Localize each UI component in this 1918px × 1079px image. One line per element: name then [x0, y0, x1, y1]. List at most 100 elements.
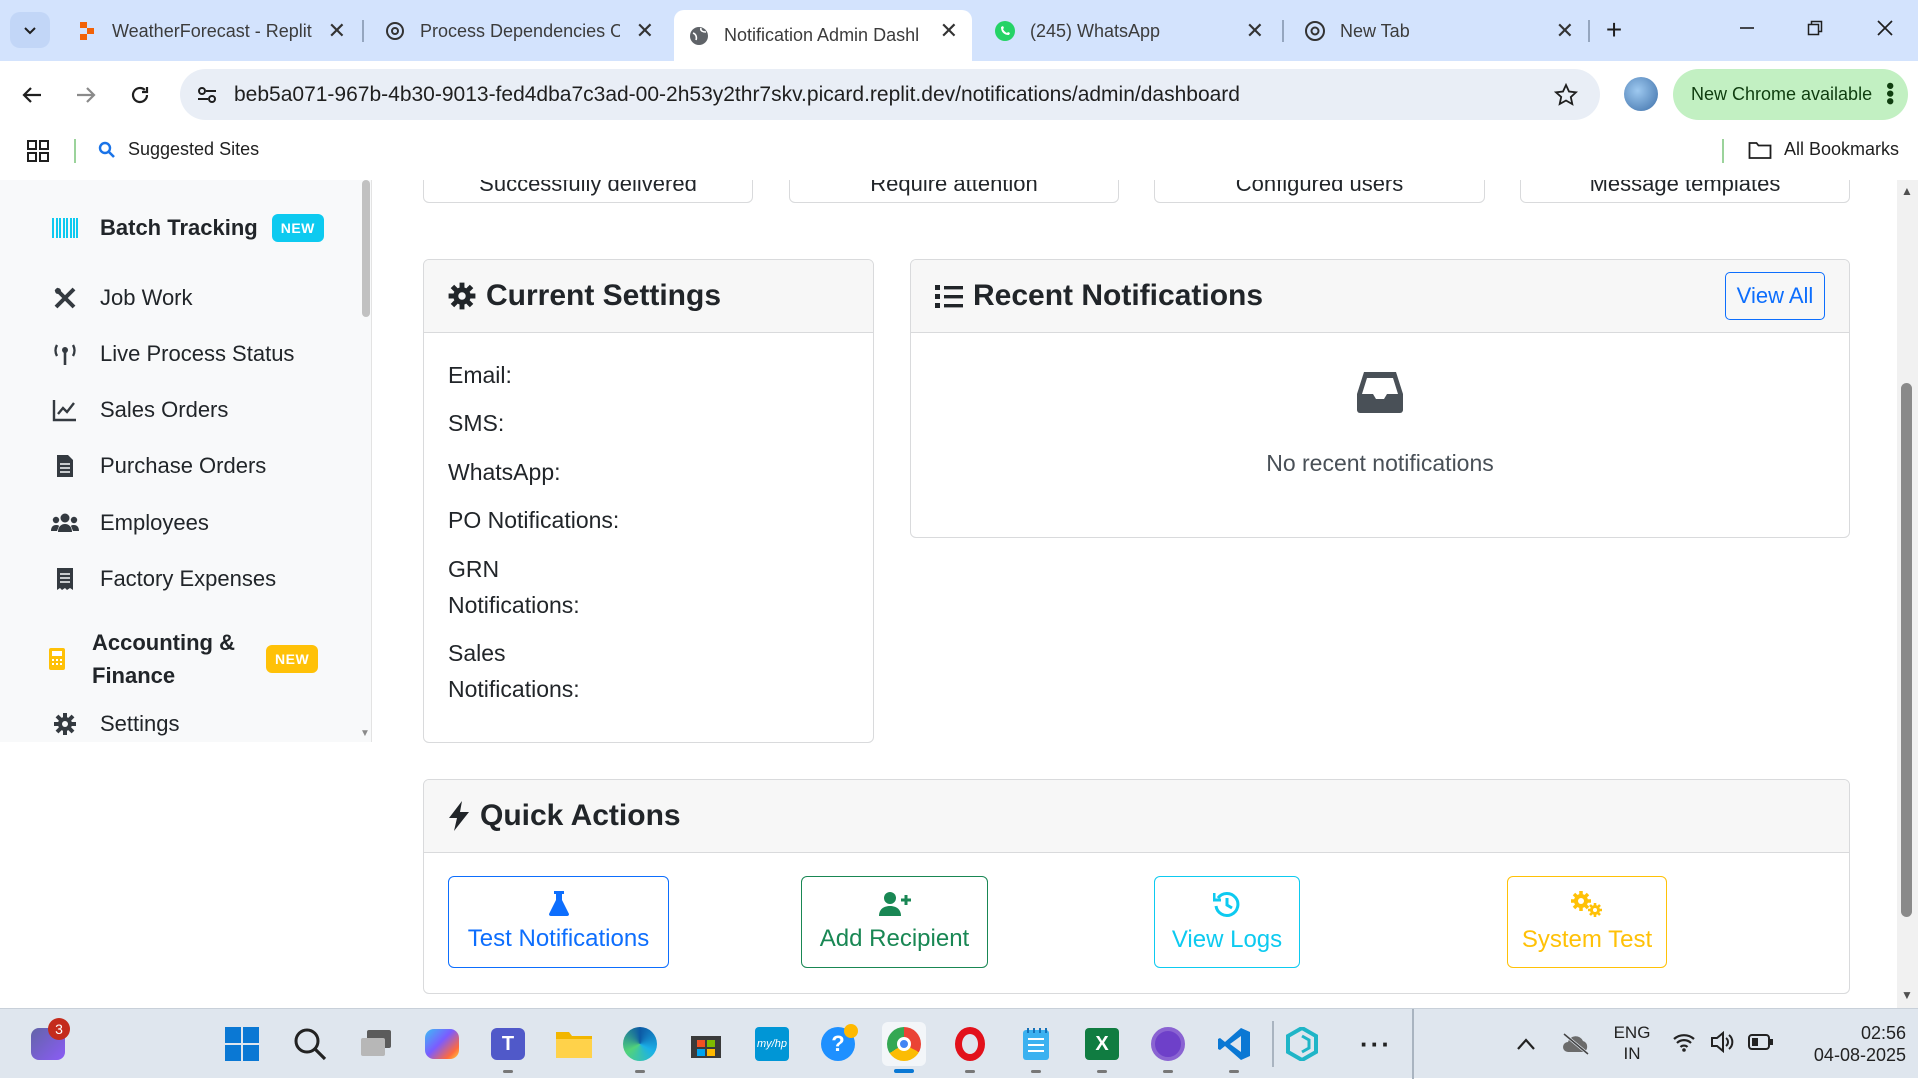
sidebar-item-live-process-status[interactable]: Live Process Status: [48, 340, 294, 368]
profile-avatar[interactable]: [1624, 77, 1658, 111]
recent-notifications-card: Recent Notifications View All No recent …: [910, 259, 1850, 538]
button-label: Add Recipient: [819, 925, 970, 952]
add-recipient-button[interactable]: Add Recipient: [801, 876, 988, 968]
page-scrollbar[interactable]: ▲ ▼: [1897, 180, 1918, 1008]
minimize-button[interactable]: [1722, 6, 1772, 50]
star-icon[interactable]: [1554, 83, 1578, 107]
arrow-right-icon: [77, 87, 96, 103]
address-bar[interactable]: beb5a071-967b-4b30-9013-fed4dba7c3ad-00-…: [180, 69, 1600, 120]
system-test-button[interactable]: System Test: [1507, 876, 1667, 968]
arrow-left-icon: [22, 87, 41, 103]
sidebar-item-job-work[interactable]: Job Work: [48, 284, 193, 312]
cursor-app-button[interactable]: [1280, 1022, 1324, 1066]
sidebar-item-batch-tracking[interactable]: Batch Tracking NEW: [48, 214, 324, 242]
sidebar-scrollbar[interactable]: [362, 180, 370, 317]
window-close-button[interactable]: [1860, 6, 1910, 50]
close-icon[interactable]: ✕: [328, 18, 346, 44]
myhp-button[interactable]: my/hp: [750, 1022, 794, 1066]
tab-process-dependencies[interactable]: Process Dependencies O ✕: [370, 10, 668, 52]
language-indicator[interactable]: ENG IN: [1612, 1022, 1652, 1064]
clock[interactable]: 02:56 04-08-2025: [1786, 1022, 1906, 1066]
system-tray-quick-settings[interactable]: [1672, 1031, 1774, 1053]
all-bookmarks-button[interactable]: All Bookmarks: [1748, 139, 1899, 160]
flask-icon: [548, 891, 569, 916]
stat-caption: Message templates: [1589, 180, 1781, 196]
opera-button[interactable]: [948, 1022, 992, 1073]
test-notifications-button[interactable]: Test Notifications: [448, 876, 669, 968]
sidebar-item-label: Batch Tracking: [100, 215, 258, 240]
card-title: Recent Notifications: [973, 279, 1264, 312]
more-vert-icon: •••: [1878, 82, 1903, 106]
excel-button[interactable]: X: [1080, 1022, 1124, 1073]
button-label: Test Notifications: [467, 925, 650, 952]
tab-whatsapp[interactable]: (245) WhatsApp ✕: [980, 10, 1278, 52]
chevron-up-icon: [1517, 1038, 1535, 1050]
browser-tab-strip: WeatherForecast - Replit ✕ Process Depen…: [0, 0, 1918, 61]
gear-icon: [448, 282, 476, 310]
list-icon: [935, 285, 963, 308]
site-info-icon[interactable]: [196, 84, 218, 106]
close-icon[interactable]: ✕: [636, 18, 654, 44]
show-hidden-icons-button[interactable]: [1504, 1022, 1548, 1066]
back-button[interactable]: [14, 77, 50, 113]
bookmark-divider: [74, 139, 76, 163]
sidebar-item-accounting-finance[interactable]: Accounting & Finance NEW: [40, 626, 340, 692]
view-all-button[interactable]: View All: [1725, 272, 1825, 320]
edge-icon: [623, 1027, 657, 1061]
chrome-update-button[interactable]: New Chrome available •••: [1673, 69, 1908, 120]
teams-button[interactable]: T: [486, 1022, 530, 1073]
reload-button[interactable]: [122, 77, 158, 113]
forward-button[interactable]: [68, 77, 104, 113]
sidebar-item-sales-orders[interactable]: Sales Orders: [48, 396, 228, 424]
close-icon[interactable]: ✕: [1556, 18, 1574, 44]
sidebar-item-settings[interactable]: Settings: [48, 710, 180, 738]
vscode-button[interactable]: [1212, 1022, 1256, 1073]
main-content: Successfully delivered Require attention…: [372, 180, 1897, 1008]
tab-notification-admin[interactable]: Notification Admin Dashl ✕: [674, 10, 972, 61]
myhp-icon: my/hp: [755, 1027, 789, 1061]
new-badge: NEW: [266, 645, 319, 673]
sidebar-item-factory-expenses[interactable]: Factory Expenses: [48, 565, 276, 593]
scroll-down-arrow[interactable]: ▼: [360, 728, 370, 739]
scroll-up-arrow[interactable]: ▲: [1901, 184, 1913, 198]
new-tab-button[interactable]: +: [1596, 12, 1632, 48]
task-view-button[interactable]: [354, 1022, 398, 1066]
notepad-button[interactable]: [1014, 1022, 1058, 1073]
bookmark-label: All Bookmarks: [1784, 139, 1900, 159]
chevron-down-icon: [24, 27, 36, 35]
tab-title: New Tab: [1340, 20, 1410, 41]
start-button[interactable]: [220, 1022, 264, 1066]
excel-icon: X: [1085, 1028, 1119, 1060]
running-indicator: [1097, 1070, 1107, 1073]
more-apps-button[interactable]: ···: [1354, 1022, 1398, 1066]
tab-weatherforecast[interactable]: WeatherForecast - Replit ✕: [62, 10, 360, 52]
tools-icon: [48, 284, 82, 312]
file-explorer-button[interactable]: [552, 1022, 596, 1066]
update-label: New Chrome available: [1691, 84, 1873, 104]
github-desktop-button[interactable]: [1146, 1022, 1190, 1073]
taskbar-search-button[interactable]: [288, 1022, 332, 1066]
tab-new-tab[interactable]: New Tab ✕: [1290, 10, 1588, 52]
stat-card-delivered: Successfully delivered: [423, 180, 753, 203]
running-indicator: [1163, 1070, 1173, 1073]
teams-chat-button[interactable]: 3: [26, 1018, 70, 1066]
sidebar-item-employees[interactable]: Employees: [48, 509, 209, 537]
close-icon[interactable]: ✕: [1246, 18, 1264, 44]
sidebar-item-purchase-orders[interactable]: Purchase Orders: [48, 452, 266, 480]
store-button[interactable]: [684, 1022, 728, 1066]
close-icon[interactable]: ✕: [940, 18, 958, 44]
chrome-button[interactable]: [882, 1022, 926, 1073]
view-logs-button[interactable]: View Logs: [1154, 876, 1300, 968]
scroll-down-arrow[interactable]: ▼: [1901, 988, 1913, 1002]
browser-toolbar: beb5a071-967b-4b30-9013-fed4dba7c3ad-00-…: [0, 61, 1918, 126]
scrollbar-thumb[interactable]: [1901, 383, 1912, 917]
more-icon: ···: [1360, 1028, 1392, 1059]
restore-button[interactable]: [1790, 6, 1840, 50]
edge-button[interactable]: [618, 1022, 662, 1073]
bookmark-suggested-sites[interactable]: Suggested Sites: [98, 139, 259, 160]
help-button[interactable]: ?: [816, 1022, 860, 1066]
apps-grid-icon[interactable]: [26, 139, 50, 163]
tab-search-button[interactable]: [10, 12, 50, 48]
onedrive-button[interactable]: [1554, 1022, 1598, 1066]
copilot-button[interactable]: [420, 1022, 464, 1066]
